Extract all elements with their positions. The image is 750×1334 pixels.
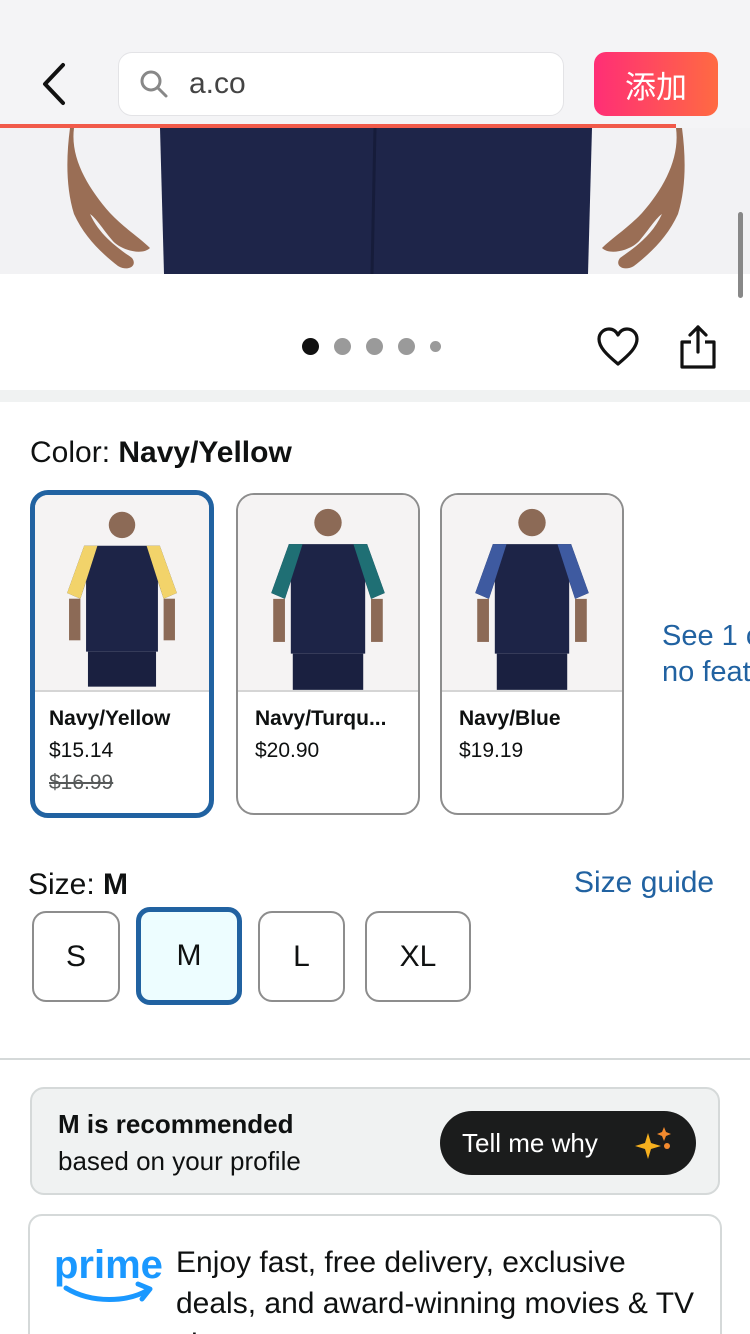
size-option-m[interactable]: M (136, 907, 242, 1005)
back-button[interactable] (30, 56, 78, 112)
prime-logo: prime (54, 1243, 162, 1302)
swatch-price: $15.14 (49, 739, 114, 762)
image-pagination-dots[interactable] (302, 338, 441, 355)
swatch-price: $20.90 (255, 739, 320, 762)
size-recommendation-card: M is recommended based on your profile T… (30, 1087, 720, 1195)
prime-promo-card[interactable]: prime Enjoy fast, free delivery, exclusi… (28, 1214, 722, 1334)
heart-icon[interactable] (596, 326, 640, 370)
page-scrollbar[interactable] (738, 212, 743, 298)
size-option-s[interactable]: S (32, 911, 120, 1002)
swatch-list-price: $16.99 (49, 771, 114, 794)
swatch-name: Navy/Blue (459, 707, 561, 730)
pagination-dot[interactable] (430, 341, 441, 352)
tell-me-why-button[interactable]: Tell me why (440, 1111, 696, 1175)
product-image[interactable] (0, 128, 750, 274)
share-icon[interactable] (678, 324, 718, 370)
add-button[interactable]: 添加 (594, 52, 718, 116)
selected-color-name: Navy/Yellow (118, 436, 292, 469)
swatch-image (442, 495, 622, 692)
search-text: a.co (189, 67, 246, 100)
prime-logo-text: prime (54, 1243, 162, 1287)
recommendation-subtitle: based on your profile (58, 1146, 301, 1176)
swatch-name: Navy/Yellow (49, 707, 171, 730)
color-swatch-navy-yellow[interactable]: Navy/Yellow $15.14 $16.99 (30, 490, 214, 818)
pagination-dot[interactable] (302, 338, 319, 355)
color-swatch-navy-turquoise[interactable]: Navy/Turqu... $20.90 (236, 493, 420, 815)
size-guide-link[interactable]: Size guide (574, 866, 714, 900)
pagination-dot[interactable] (398, 338, 415, 355)
page-load-progress-bar (0, 124, 676, 128)
color-label: Color: Navy/Yellow (30, 436, 292, 470)
see-more-line: See 1 c (662, 620, 750, 652)
color-label-prefix: Color: (30, 436, 111, 469)
see-more-colors-link[interactable]: See 1 c no feat (662, 618, 750, 690)
size-label: Size: M (28, 868, 128, 902)
selected-size: M (103, 868, 129, 901)
gallery-controls (0, 286, 750, 390)
size-option-xl[interactable]: XL (365, 911, 471, 1002)
swatch-image (35, 495, 209, 692)
top-bar: a.co 添加 (0, 0, 750, 128)
swatch-image (238, 495, 418, 692)
tell-me-why-label: Tell me why (462, 1127, 598, 1158)
size-option-l[interactable]: L (258, 911, 345, 1002)
size-label-prefix: Size: (28, 868, 95, 901)
section-divider (0, 390, 750, 402)
product-photo (0, 128, 750, 274)
back-arrow-icon (43, 63, 65, 105)
see-more-line: no feat (662, 656, 750, 688)
swatch-name: Navy/Turqu... (255, 707, 387, 730)
sparkle-icon (635, 1127, 671, 1159)
color-swatch-navy-blue[interactable]: Navy/Blue $19.19 (440, 493, 624, 815)
pagination-dot[interactable] (334, 338, 351, 355)
pagination-dot[interactable] (366, 338, 383, 355)
prime-promo-text: Enjoy fast, free delivery, exclusive dea… (176, 1246, 695, 1334)
url-search-field[interactable]: a.co (118, 52, 564, 116)
recommendation-title: M is recommended (58, 1109, 294, 1139)
search-icon (140, 70, 168, 98)
section-divider (0, 1058, 750, 1060)
swatch-price: $19.19 (459, 739, 524, 762)
